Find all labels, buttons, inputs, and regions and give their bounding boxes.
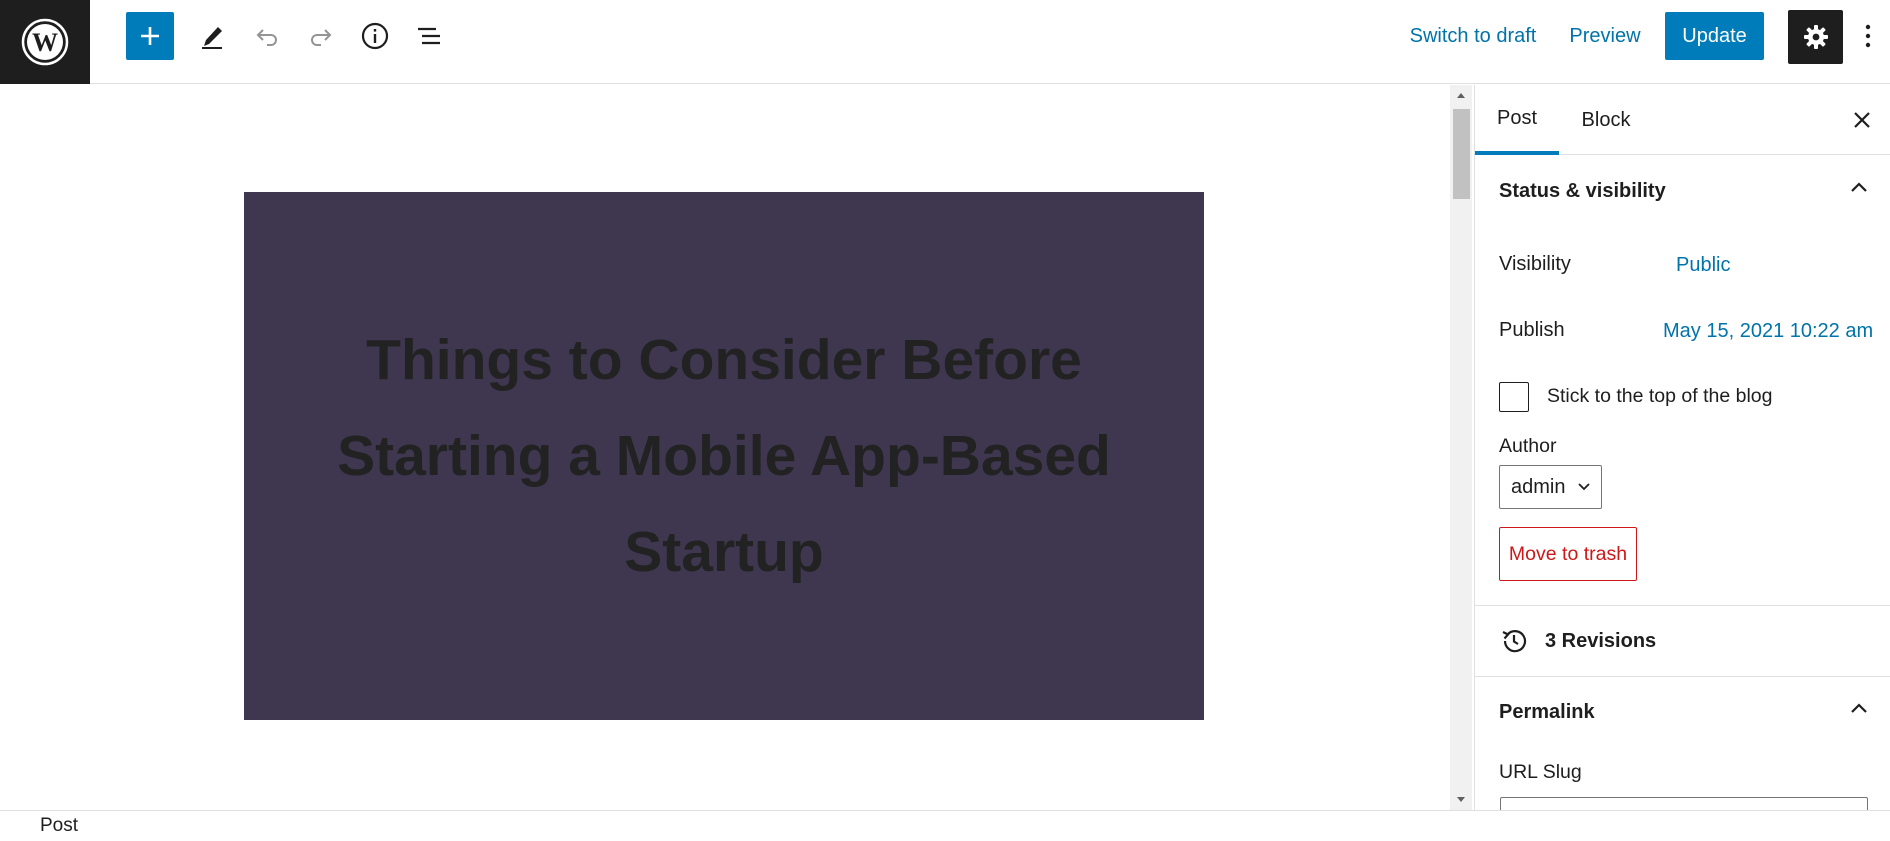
tools-button[interactable] <box>190 12 234 60</box>
list-view-button[interactable] <box>407 12 451 60</box>
details-button[interactable] <box>353 12 397 60</box>
history-icon <box>1499 626 1529 656</box>
status-visibility-heading: Status & visibility <box>1499 179 1666 202</box>
more-vertical-icon <box>1865 24 1871 48</box>
revisions-button[interactable]: 3 Revisions <box>1475 606 1890 676</box>
close-sidebar-button[interactable] <box>1843 101 1881 139</box>
settings-button[interactable] <box>1788 10 1843 64</box>
undo-icon <box>256 29 277 46</box>
settings-sidebar: Post Block Status & visibility Visibilit… <box>1474 85 1890 810</box>
add-block-button[interactable] <box>126 12 174 60</box>
cover-title[interactable]: Things to Consider Before Starting a Mob… <box>294 312 1154 600</box>
publish-date-button[interactable]: May 15, 2021 10:22 am <box>1663 320 1873 343</box>
pencil-icon <box>202 27 222 49</box>
chevron-up-icon <box>1851 703 1867 713</box>
plus-icon <box>141 27 159 45</box>
editor-scrollbar[interactable] <box>1450 85 1472 810</box>
author-select[interactable]: admin <box>1499 465 1602 509</box>
scroll-up-arrow-icon[interactable] <box>1450 85 1472 105</box>
list-view-icon <box>418 27 440 45</box>
permalink-heading: Permalink <box>1499 700 1595 723</box>
author-select-value: admin <box>1511 475 1566 498</box>
undo-button[interactable] <box>245 12 289 60</box>
url-slug-label: URL Slug <box>1499 761 1582 783</box>
tab-post[interactable]: Post <box>1475 85 1559 155</box>
scrollbar-thumb[interactable] <box>1453 109 1470 199</box>
publish-label: Publish <box>1499 319 1565 341</box>
status-visibility-panel-toggle[interactable]: Status & visibility <box>1475 156 1890 226</box>
editor-canvas: Things to Consider Before Starting a Mob… <box>0 85 1450 810</box>
svg-text:W: W <box>32 28 58 57</box>
preview-button[interactable]: Preview <box>1566 12 1644 60</box>
more-options-button[interactable] <box>1850 12 1886 60</box>
move-to-trash-button[interactable]: Move to trash <box>1499 527 1637 581</box>
cover-block[interactable]: Things to Consider Before Starting a Mob… <box>244 192 1204 720</box>
update-button[interactable]: Update <box>1665 12 1764 60</box>
chevron-down-icon <box>1578 483 1590 491</box>
visibility-value-button[interactable]: Public <box>1676 254 1730 277</box>
info-icon <box>361 22 389 50</box>
sidebar-tabs: Post Block <box>1475 85 1890 155</box>
wordpress-logo-icon: W <box>21 18 69 66</box>
wordpress-logo-button[interactable]: W <box>0 0 90 84</box>
switch-to-draft-button[interactable]: Switch to draft <box>1406 12 1540 60</box>
revisions-label: 3 Revisions <box>1545 629 1657 652</box>
url-slug-input[interactable] <box>1500 797 1868 810</box>
redo-button[interactable] <box>299 12 343 60</box>
author-label: Author <box>1499 435 1557 457</box>
tab-block[interactable]: Block <box>1571 85 1641 155</box>
gear-icon <box>1803 25 1828 49</box>
redo-icon <box>311 29 332 46</box>
breadcrumb-item-post[interactable]: Post <box>40 815 78 837</box>
close-icon <box>1854 112 1870 128</box>
sticky-checkbox[interactable] <box>1499 382 1529 412</box>
permalink-panel-toggle[interactable]: Permalink <box>1475 677 1890 747</box>
sticky-label: Stick to the top of the blog <box>1547 385 1773 407</box>
visibility-label: Visibility <box>1499 253 1571 275</box>
scroll-down-arrow-icon[interactable] <box>1450 790 1472 810</box>
block-breadcrumb: Post <box>0 810 1890 841</box>
editor-header: W Switch to draft Preview Update <box>0 0 1890 84</box>
chevron-up-icon <box>1851 182 1867 192</box>
